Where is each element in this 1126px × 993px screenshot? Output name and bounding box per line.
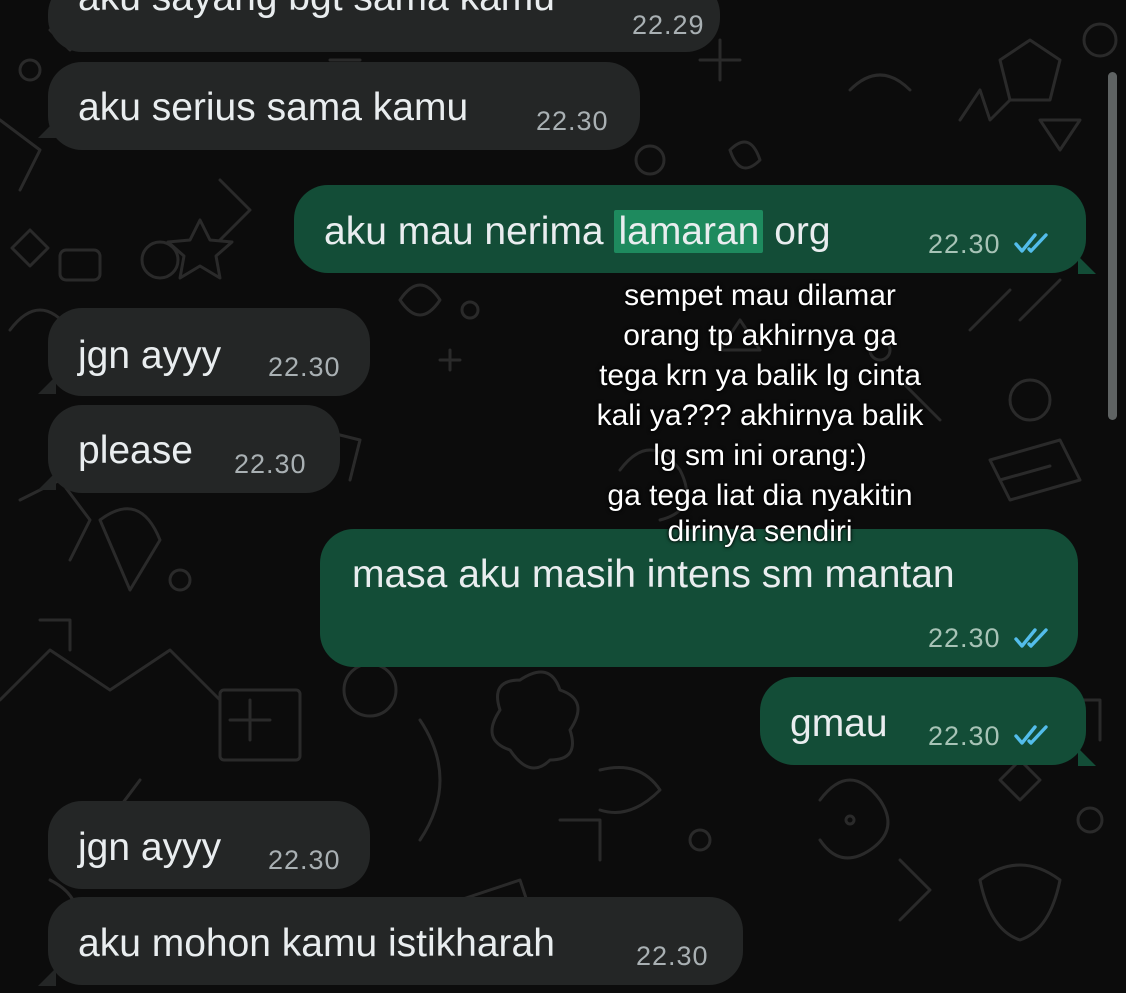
- caption-line: dirinya sendiri: [667, 515, 853, 548]
- message-time: 22.30: [268, 352, 341, 382]
- message-time: 22.30: [536, 106, 609, 136]
- caption-line: tega krn ya balik lg cinta: [599, 359, 921, 392]
- message-time: 22.30: [928, 229, 1001, 259]
- message-text-part: aku mau nerima: [324, 210, 615, 253]
- message-time: 22.30: [268, 845, 341, 875]
- message-bubble-outgoing[interactable]: aku mau nerima lamaran org 22.30: [294, 185, 1086, 273]
- double-check-read-icon: [1014, 725, 1048, 745]
- message-time: 22.30: [636, 941, 709, 971]
- bubble-tail: [1078, 256, 1096, 274]
- caption-line: sempet mau dilamar: [624, 279, 896, 312]
- message-text: gmau: [790, 702, 888, 745]
- message-time: 22.30: [928, 623, 1001, 653]
- message-time: 22.29: [632, 10, 705, 40]
- chat-screen: aku sayang bgt sama kamu 22.29 aku seriu…: [0, 0, 1126, 993]
- caption-line: orang tp akhirnya ga: [623, 319, 897, 352]
- message-bubble-incoming[interactable]: please 22.30: [48, 405, 340, 493]
- bubble-tail: [1078, 748, 1096, 766]
- message-text: aku serius sama kamu: [78, 86, 469, 129]
- message-bubble-incoming[interactable]: aku serius sama kamu 22.30: [48, 62, 640, 150]
- message-text: aku mohon kamu istikharah: [78, 922, 555, 965]
- message-text-part: org: [763, 210, 831, 253]
- message-time: 22.30: [928, 721, 1001, 751]
- message-bubble-outgoing[interactable]: masa aku masih intens sm mantan 22.30: [320, 529, 1078, 667]
- message-text: masa aku masih intens sm mantan: [352, 553, 955, 596]
- overlay-caption: sempet mau dilamar orang tp akhirnya ga …: [555, 276, 965, 548]
- caption-line: lg sm ini orang:): [653, 439, 867, 472]
- message-text: jgn ayyy: [78, 826, 222, 869]
- message-bubble-outgoing[interactable]: gmau 22.30: [760, 677, 1086, 765]
- message-text: jgn ayyy: [78, 334, 222, 377]
- double-check-read-icon: [1014, 233, 1048, 253]
- caption-line: kali ya??? akhirnya balik: [596, 399, 924, 432]
- message-bubble-incoming[interactable]: aku sayang bgt sama kamu 22.29: [48, 0, 720, 52]
- scrollbar[interactable]: [1108, 72, 1117, 420]
- message-text: aku mau nerima lamaran org: [324, 210, 831, 253]
- message-text: please: [78, 429, 193, 472]
- caption-line: ga tega liat dia nyakitin: [607, 479, 913, 512]
- message-bubble-incoming[interactable]: aku mohon kamu istikharah 22.30: [48, 897, 743, 985]
- double-check-read-icon: [1014, 628, 1048, 648]
- message-text: aku sayang bgt sama kamu: [78, 0, 555, 17]
- message-time: 22.30: [234, 449, 307, 479]
- search-highlight: lamaran: [614, 210, 764, 253]
- message-bubble-incoming[interactable]: jgn ayyy 22.30: [48, 801, 370, 889]
- message-bubble-incoming[interactable]: jgn ayyy 22.30: [48, 308, 370, 396]
